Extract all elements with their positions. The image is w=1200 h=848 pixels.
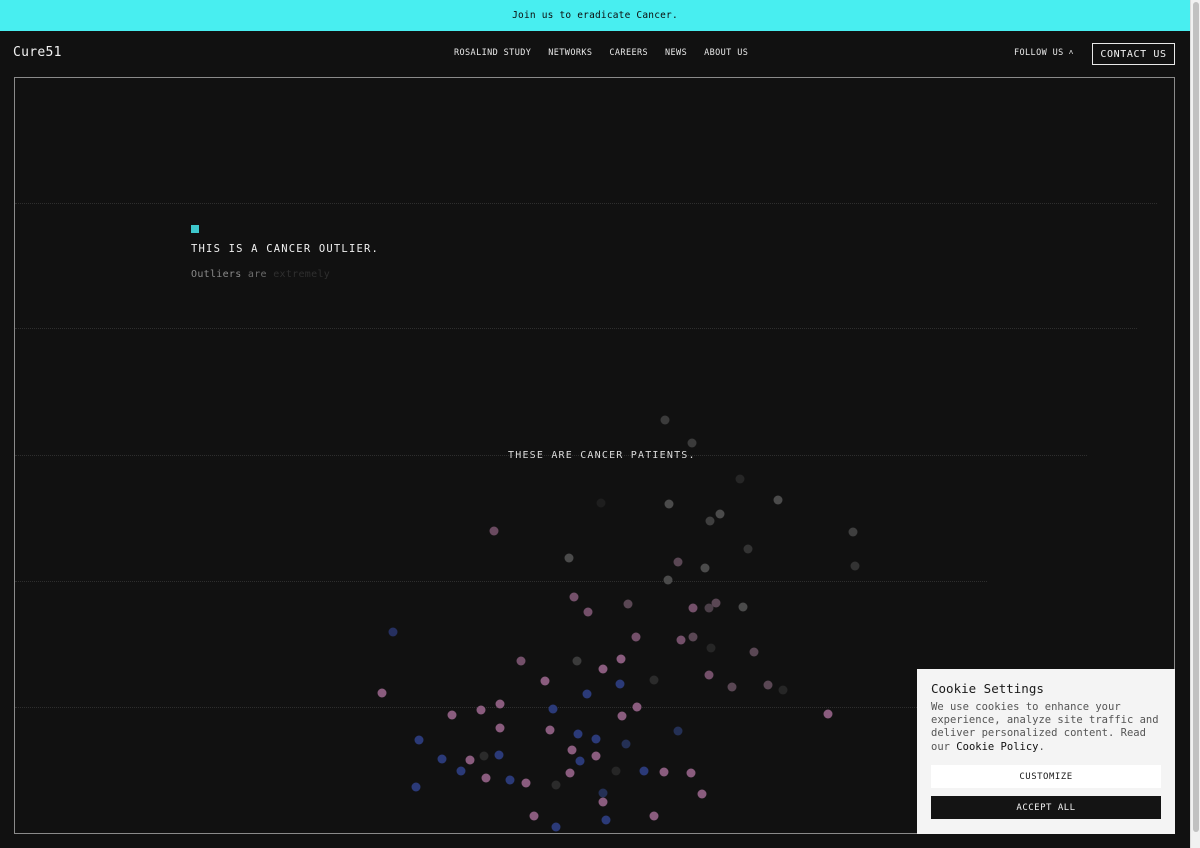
outlier-text: Outliers are extremely (191, 269, 330, 280)
customize-button[interactable]: CUSTOMIZE (931, 765, 1161, 788)
patient-dot (632, 702, 642, 712)
patient-dot (489, 526, 499, 536)
patient-dot (573, 729, 583, 739)
patient-dot (601, 815, 611, 825)
patient-dot (495, 699, 505, 709)
outlier-word: extremely (273, 269, 331, 280)
patient-dot (598, 664, 608, 674)
patient-dot (569, 592, 579, 602)
patient-dot (521, 778, 531, 788)
patient-dot (773, 495, 783, 505)
patient-dot (596, 498, 606, 508)
outlier-title: THIS IS A CANCER OUTLIER. (191, 243, 380, 255)
patient-dot (437, 754, 447, 764)
cookie-body: We use cookies to enhance your experienc… (931, 701, 1163, 754)
patient-dot (615, 679, 625, 689)
patient-dot (411, 782, 421, 792)
patient-dot (582, 689, 592, 699)
patient-dot (649, 675, 659, 685)
cookie-policy-link[interactable]: Cookie Policy (956, 741, 1038, 753)
patient-dot (763, 680, 773, 690)
patient-dot (705, 516, 715, 526)
patient-dot (850, 561, 860, 571)
patient-dot (388, 627, 398, 637)
patient-dot (529, 811, 539, 821)
patient-dot (414, 735, 424, 745)
patient-dot (567, 745, 577, 755)
patient-dot (495, 723, 505, 733)
patient-dot (479, 751, 489, 761)
patient-dot (617, 711, 627, 721)
patient-dot (540, 676, 550, 686)
patient-dot (583, 607, 593, 617)
patient-dot (611, 766, 621, 776)
patient-dot (551, 822, 561, 832)
patient-dot (623, 599, 633, 609)
patient-dot (749, 647, 759, 657)
patient-dot (704, 670, 714, 680)
patient-dot (700, 563, 710, 573)
patient-dot (476, 705, 486, 715)
accept-all-button[interactable]: ACCEPT ALL (931, 796, 1161, 819)
patient-dot (688, 603, 698, 613)
patient-dot (823, 709, 833, 719)
patient-dot (591, 734, 601, 744)
patient-dot (711, 598, 721, 608)
cookie-body-end: . (1038, 740, 1045, 753)
patient-dot (598, 797, 608, 807)
patient-dot (664, 499, 674, 509)
patient-dot (735, 474, 745, 484)
patient-dot (727, 682, 737, 692)
patient-dot (686, 768, 696, 778)
patient-dot (663, 575, 673, 585)
patient-dot (465, 755, 475, 765)
patient-dot (548, 704, 558, 714)
patient-dot (616, 654, 626, 664)
patient-dot (848, 527, 858, 537)
patient-dot (659, 767, 669, 777)
patient-dot (456, 766, 466, 776)
patient-dot (481, 773, 491, 783)
patients-label: THESE ARE CANCER PATIENTS. (508, 450, 696, 461)
patient-dot (565, 768, 575, 778)
patient-dot (738, 602, 748, 612)
outlier-marker (191, 225, 199, 233)
patient-dot (673, 726, 683, 736)
patient-dot (551, 780, 561, 790)
patient-dot (516, 656, 526, 666)
page-scrollbar[interactable] (1190, 0, 1200, 848)
patient-dot (639, 766, 649, 776)
patient-dot (676, 635, 686, 645)
cookie-title: Cookie Settings (931, 681, 1044, 696)
patient-dot (575, 756, 585, 766)
patient-dot (377, 688, 387, 698)
patient-dot (545, 725, 555, 735)
patient-dot (598, 788, 608, 798)
patient-dot (621, 739, 631, 749)
patient-dot (743, 544, 753, 554)
patient-dot (447, 710, 457, 720)
patient-dot (564, 553, 574, 563)
patient-dot (715, 509, 725, 519)
outlier-word: Outliers (191, 269, 242, 280)
patient-dot (591, 751, 601, 761)
patient-dot (494, 750, 504, 760)
patient-dot (687, 438, 697, 448)
patient-dot (649, 811, 659, 821)
patient-dot (660, 415, 670, 425)
outlier-word: are (247, 269, 267, 280)
patient-dot (778, 685, 788, 695)
patient-dot (673, 557, 683, 567)
cookie-settings-panel: Cookie Settings We use cookies to enhanc… (917, 669, 1175, 834)
patient-dot (505, 775, 515, 785)
patient-dot (688, 632, 698, 642)
patient-dot (697, 789, 707, 799)
scrollbar-thumb[interactable] (1193, 2, 1199, 832)
patient-dot (572, 656, 582, 666)
patient-dot (631, 632, 641, 642)
patient-dot (706, 643, 716, 653)
